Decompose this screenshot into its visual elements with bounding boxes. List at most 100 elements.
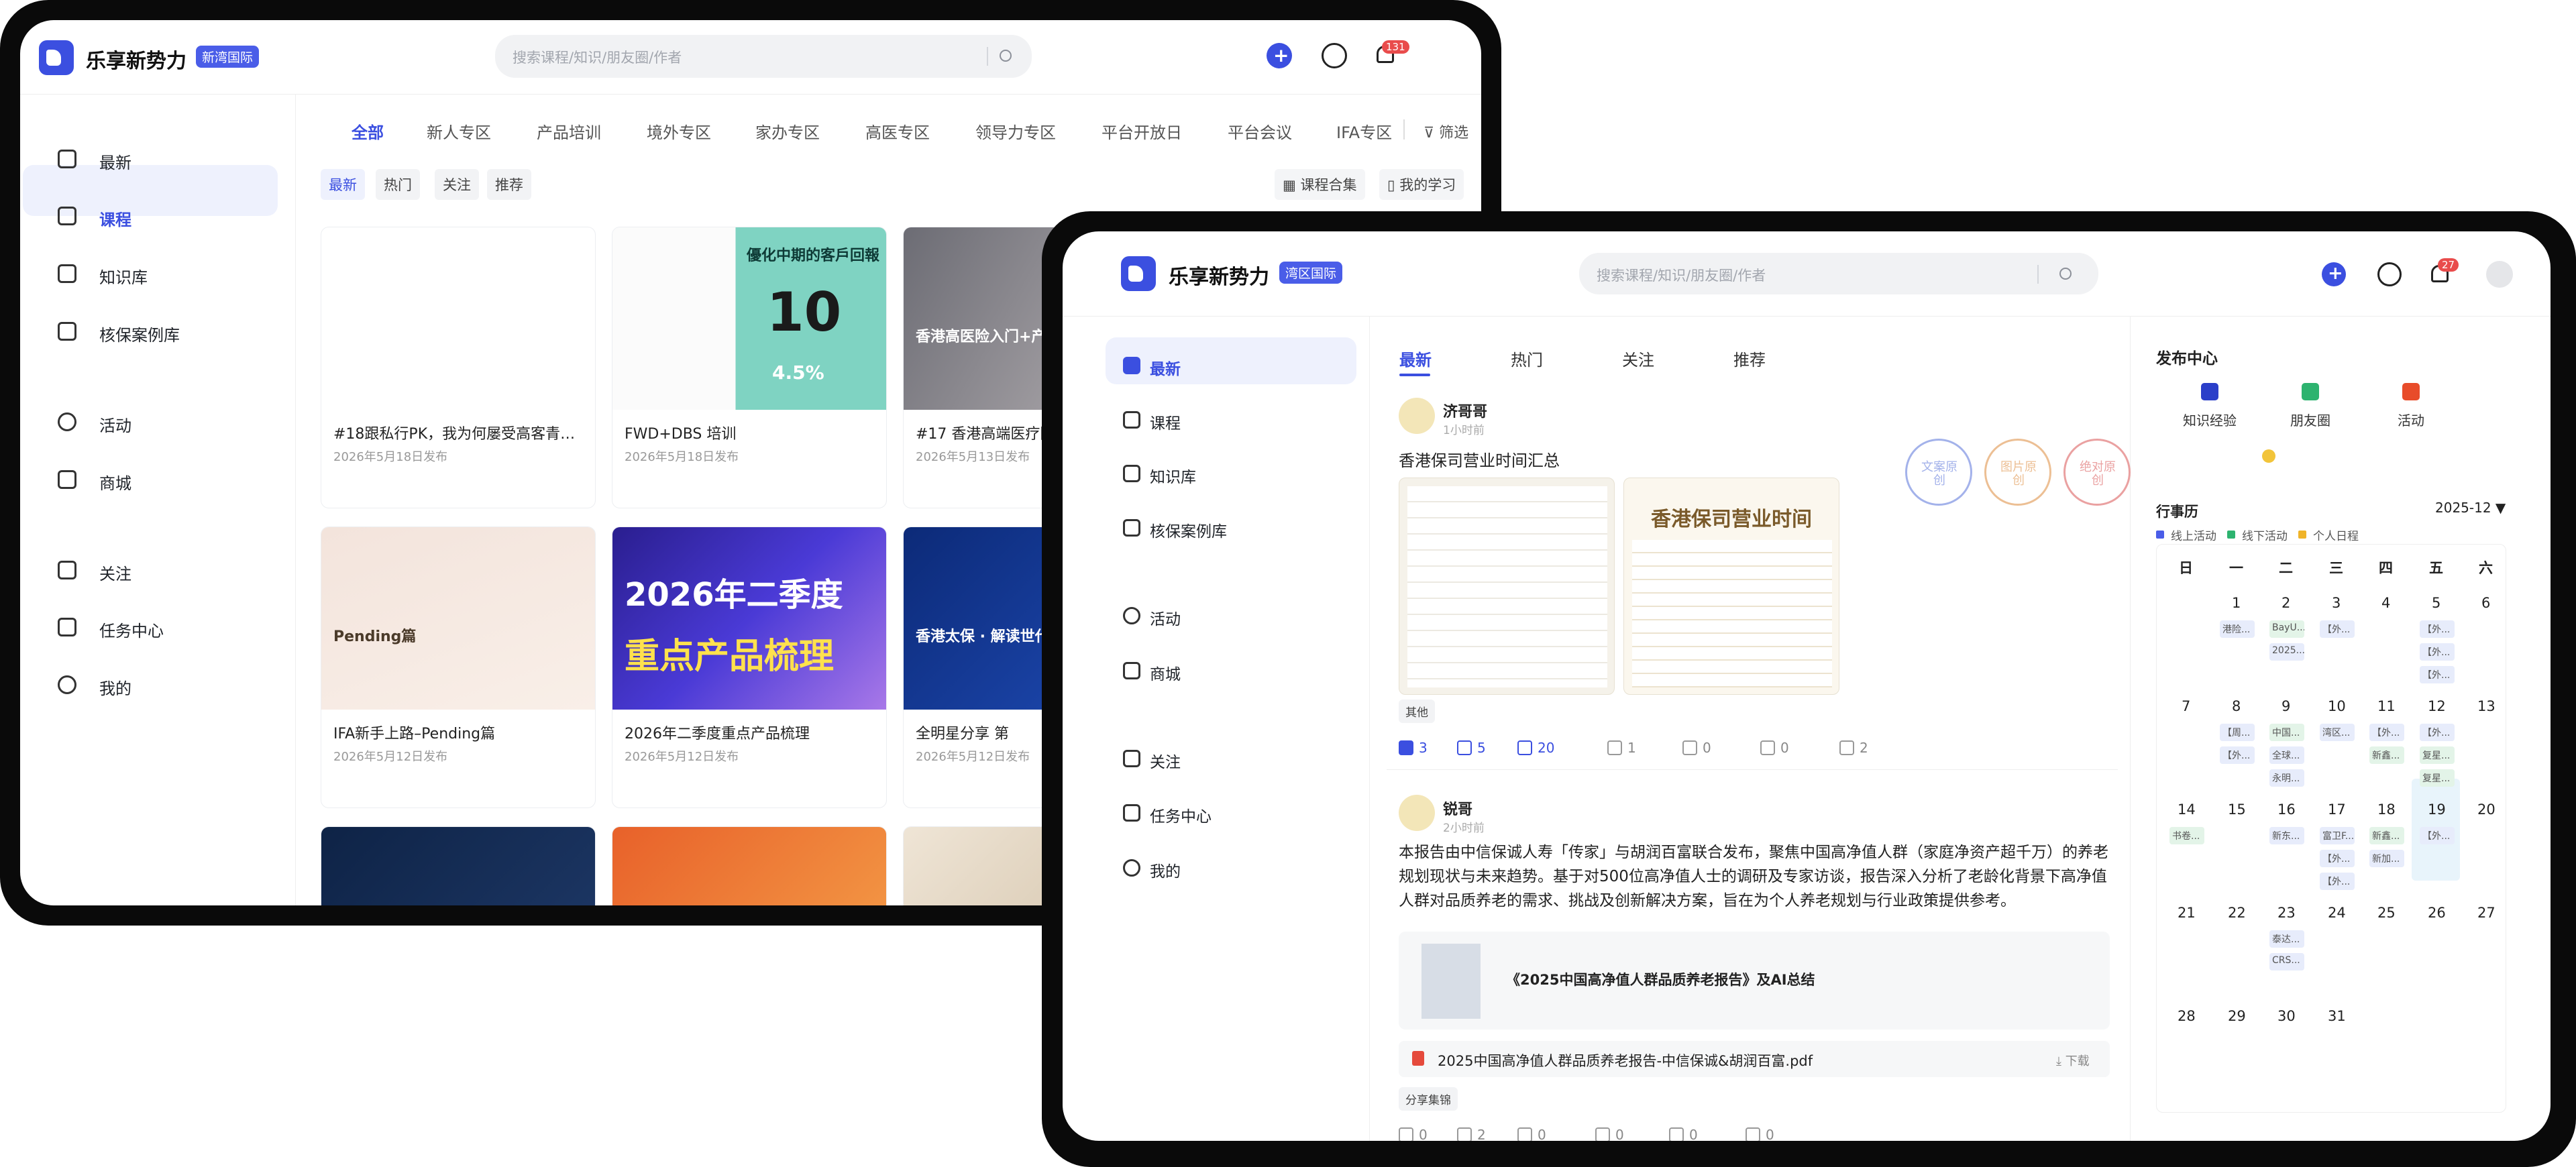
feed-tab[interactable]: 推荐 — [1733, 347, 1766, 370]
course-card[interactable]: 10 4.5% 優化中期的客戶回報 FWD+DBS 培训 2026年5月18日发布 — [612, 227, 887, 508]
sidebar-item-course[interactable]: 课程 — [36, 200, 264, 232]
calendar-event[interactable]: 【外... — [2320, 850, 2355, 867]
month-picker[interactable]: 2025-12 ▼ — [2435, 500, 2506, 516]
calendar-day[interactable]: 11 — [2377, 698, 2396, 714]
author-avatar[interactable] — [1399, 795, 1435, 831]
calendar-event[interactable]: 新东... — [2269, 827, 2304, 844]
calendar-day[interactable]: 21 — [2178, 905, 2196, 921]
course-card[interactable]: 跟私行 PK， 我为何屡受高客青睐？ #18跟私行PK，我为何屡受高客青睐… 202… — [321, 227, 596, 508]
tab-category[interactable]: 家办专区 — [755, 119, 820, 143]
calendar-event[interactable]: 复星... — [2420, 769, 2455, 787]
post-image-2[interactable]: 香港保司营业时间 — [1623, 478, 1839, 695]
calendar-event[interactable]: 【外... — [2420, 643, 2455, 661]
post-stat[interactable]: 20 — [1517, 740, 1554, 756]
search-input[interactable]: 搜索课程/知识/朋友圈/作者 — [1579, 253, 2098, 294]
calendar-event[interactable]: 【周... — [2220, 724, 2255, 741]
calendar-event[interactable]: CRS... — [2269, 953, 2304, 970]
calendar-day[interactable]: 16 — [2277, 801, 2296, 818]
sidebar-item-knowledge[interactable]: 知识库 — [1116, 459, 1344, 489]
calendar-day[interactable]: 27 — [2477, 905, 2496, 921]
sidebar-item-shop[interactable]: 商城 — [36, 463, 264, 496]
sort-chip[interactable]: 关注 — [435, 169, 479, 200]
post-stat[interactable]: 0 — [1399, 1127, 1428, 1141]
sort-chip[interactable]: 推荐 — [487, 169, 531, 200]
tab-category[interactable]: 产品培训 — [537, 119, 601, 143]
search-input[interactable]: 搜索课程/知识/朋友圈/作者 — [495, 35, 1032, 78]
my-learning-button[interactable]: ▯ 我的学习 — [1379, 169, 1464, 200]
sidebar-item-tasks[interactable]: 任务中心 — [1116, 799, 1344, 828]
post-stat[interactable]: 3 — [1399, 740, 1428, 756]
calendar-event[interactable]: 【外... — [2320, 873, 2355, 890]
calendar-day[interactable]: 23 — [2277, 905, 2296, 921]
calendar-day[interactable]: 1 — [2232, 595, 2241, 611]
post-stat[interactable]: 0 — [1746, 1127, 1774, 1141]
tab-category[interactable]: 境外专区 — [647, 119, 711, 143]
post-stat[interactable]: 0 — [1682, 740, 1711, 756]
calendar-event[interactable]: 书卷... — [2169, 827, 2204, 844]
tab-category[interactable]: 高医专区 — [865, 119, 930, 143]
calendar-day[interactable]: 7 — [2182, 698, 2190, 714]
calendar-event[interactable]: 【外... — [2420, 666, 2455, 683]
calendar-day[interactable]: 3 — [2332, 595, 2341, 611]
post-stat[interactable]: 2 — [1457, 1127, 1486, 1141]
calendar-day[interactable]: 26 — [2428, 905, 2446, 921]
avatar[interactable] — [2486, 261, 2513, 288]
post-stat[interactable]: 0 — [1760, 740, 1789, 756]
calendar-event[interactable]: 湾区... — [2320, 724, 2355, 741]
calendar-day[interactable]: 19 — [2428, 801, 2446, 818]
course-card[interactable]: 2026年二季度 重点产品梳理 2026年二季度重点产品梳理 2026年5月12日发布 — [612, 526, 887, 808]
tab-category[interactable]: 平台开放日 — [1102, 119, 1182, 143]
add-icon[interactable]: + — [2322, 262, 2346, 286]
calendar-day[interactable]: 20 — [2477, 801, 2496, 818]
calendar-day[interactable]: 30 — [2277, 1008, 2296, 1024]
post-stat[interactable]: 2 — [1839, 740, 1868, 756]
author-avatar[interactable] — [1399, 398, 1435, 434]
calendar-day[interactable]: 2 — [2282, 595, 2290, 611]
calendar-event[interactable]: 港险... — [2220, 620, 2255, 638]
sidebar-item-activity[interactable]: 活动 — [1116, 602, 1344, 631]
add-icon[interactable]: + — [1267, 43, 1292, 68]
sidebar-item-me[interactable]: 我的 — [36, 669, 264, 701]
sidebar-item-activity[interactable]: 活动 — [36, 406, 264, 438]
calendar-event[interactable]: 泰达... — [2269, 930, 2304, 948]
sort-chip[interactable]: 最新 — [321, 169, 365, 200]
publish-moments-button[interactable]: 朋友圈 — [2270, 380, 2351, 434]
sidebar-item-latest[interactable]: 最新 — [36, 143, 264, 175]
calendar-day[interactable]: 10 — [2328, 698, 2346, 714]
tab-category[interactable]: 平台会议 — [1228, 119, 1292, 143]
tab-category[interactable]: IFA专区 — [1336, 119, 1392, 143]
file-attachment[interactable]: 2025中国高净值人群品质养老报告-中信保诚&胡润百富.pdf ⤓ 下载 — [1399, 1041, 2110, 1077]
download-button[interactable]: ⤓ 下载 — [2056, 1052, 2090, 1069]
course-card[interactable]: Pending篇 IFA新手上路–Pending篇 2026年5月12日发布 — [321, 526, 596, 808]
calendar-event[interactable]: 新鑫... — [2369, 827, 2404, 844]
calendar-day[interactable]: 9 — [2282, 698, 2290, 714]
sidebar-item-knowledge[interactable]: 知识库 — [36, 258, 264, 290]
calendar-day[interactable]: 25 — [2377, 905, 2396, 921]
calendar-day[interactable]: 24 — [2328, 905, 2346, 921]
calendar-day[interactable]: 5 — [2432, 595, 2440, 611]
calendar-day[interactable]: 14 — [2178, 801, 2196, 818]
calendar-event[interactable]: BayU... — [2269, 620, 2304, 638]
publish-activity-button[interactable]: 活动 — [2371, 380, 2451, 434]
search-icon[interactable] — [2059, 268, 2072, 280]
course-card[interactable]: 高净值人群海外资产配置 — [321, 826, 596, 905]
calendar-day[interactable]: 28 — [2178, 1008, 2196, 1024]
calendar-event[interactable]: 【外... — [2420, 827, 2455, 844]
sidebar-item-me[interactable]: 我的 — [1116, 854, 1344, 883]
post-image-1[interactable] — [1399, 478, 1615, 695]
calendar-day[interactable]: 6 — [2481, 595, 2490, 611]
sidebar-item-course[interactable]: 课程 — [1116, 406, 1344, 435]
calendar-event[interactable]: 【外... — [2220, 746, 2255, 764]
publish-knowledge-button[interactable]: 知识经验 — [2169, 380, 2250, 434]
feed-tab[interactable]: 关注 — [1622, 347, 1654, 370]
sidebar-item-follow[interactable]: 关注 — [36, 554, 264, 586]
calendar-day[interactable]: 13 — [2477, 698, 2496, 714]
calendar-day[interactable]: 15 — [2228, 801, 2246, 818]
sidebar-item-underwriting[interactable]: 核保案例库 — [36, 315, 264, 347]
calendar-event[interactable]: 【外... — [2369, 724, 2404, 741]
feed-tab[interactable]: 热门 — [1511, 347, 1543, 370]
calendar-day[interactable]: 17 — [2328, 801, 2346, 818]
calendar-event[interactable]: 复星... — [2420, 746, 2455, 764]
post-stat[interactable]: 0 — [1669, 1127, 1698, 1141]
calendar-day[interactable]: 18 — [2377, 801, 2396, 818]
